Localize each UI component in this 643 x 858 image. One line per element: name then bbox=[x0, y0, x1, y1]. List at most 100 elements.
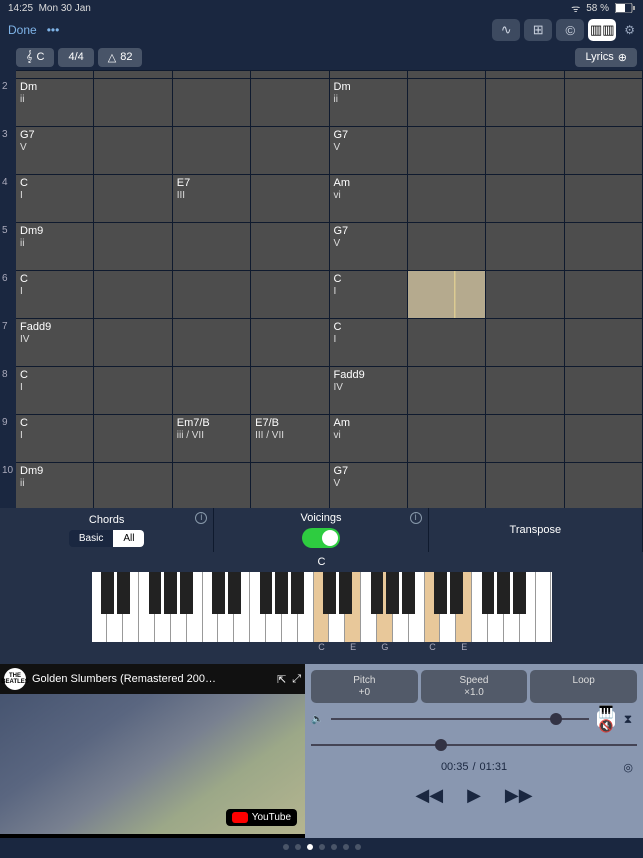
chord-cell[interactable] bbox=[408, 319, 486, 366]
chord-cell[interactable] bbox=[94, 127, 172, 174]
key-button[interactable]: 𝄞 C bbox=[16, 48, 54, 67]
chord-cell[interactable] bbox=[486, 367, 564, 414]
chord-cell[interactable] bbox=[565, 79, 643, 126]
chord-cell[interactable] bbox=[486, 319, 564, 366]
transpose-button[interactable]: Transpose bbox=[510, 524, 562, 536]
chord-cell[interactable]: Amvi bbox=[330, 175, 408, 222]
chord-cell[interactable] bbox=[251, 319, 329, 366]
chord-cell[interactable]: G7V bbox=[16, 127, 94, 174]
chord-cell[interactable] bbox=[251, 367, 329, 414]
chord-cell[interactable] bbox=[94, 319, 172, 366]
gear-icon[interactable]: ⚙ bbox=[624, 23, 635, 37]
chord-cell[interactable]: Fadd9IV bbox=[16, 319, 94, 366]
chord-cell[interactable] bbox=[565, 415, 643, 462]
chord-cell[interactable] bbox=[486, 415, 564, 462]
chord-cell[interactable]: CI bbox=[16, 415, 94, 462]
chord-cell[interactable] bbox=[173, 367, 251, 414]
piano-icon[interactable]: ▥▥ bbox=[588, 19, 616, 41]
rewind-button[interactable]: ◀◀ bbox=[415, 785, 443, 806]
chord-cell[interactable] bbox=[565, 223, 643, 270]
chord-cell[interactable] bbox=[486, 271, 564, 318]
grid-icon[interactable]: ⊞ bbox=[524, 19, 552, 41]
page-dots[interactable] bbox=[0, 838, 643, 856]
chord-cell[interactable]: Dm9ii bbox=[16, 223, 94, 270]
chord-cell[interactable] bbox=[173, 79, 251, 126]
pitch-button[interactable]: Pitch+0 bbox=[311, 670, 418, 703]
chord-cell[interactable] bbox=[565, 175, 643, 222]
chord-cell[interactable] bbox=[173, 319, 251, 366]
chord-cell[interactable]: Em7/Biii / VII bbox=[173, 415, 251, 462]
chord-cell[interactable] bbox=[565, 127, 643, 174]
chord-cell[interactable]: CI bbox=[16, 175, 94, 222]
chord-cell[interactable] bbox=[94, 175, 172, 222]
chord-cell[interactable]: G7V bbox=[330, 127, 408, 174]
chord-cell[interactable] bbox=[565, 463, 643, 508]
forward-button[interactable]: ▶▶ bbox=[505, 785, 533, 806]
speed-button[interactable]: Speed×1.0 bbox=[421, 670, 528, 703]
chord-cell[interactable] bbox=[173, 463, 251, 508]
chord-cell[interactable]: G7V bbox=[330, 463, 408, 508]
chord-cell[interactable] bbox=[173, 223, 251, 270]
chord-cell[interactable]: E7III bbox=[173, 175, 251, 222]
done-button[interactable]: Done bbox=[8, 23, 37, 37]
more-button[interactable]: ••• bbox=[47, 23, 60, 37]
seek-slider[interactable] bbox=[311, 744, 637, 746]
chord-cell[interactable]: CI bbox=[330, 271, 408, 318]
voicings-toggle[interactable] bbox=[302, 528, 340, 548]
chord-cell[interactable] bbox=[173, 271, 251, 318]
chord-cell[interactable] bbox=[251, 463, 329, 508]
chord-cell[interactable] bbox=[94, 271, 172, 318]
fullscreen-icon[interactable]: ⤢ bbox=[292, 673, 301, 686]
chord-cell[interactable]: E7/BIII / VII bbox=[251, 415, 329, 462]
chord-cell[interactable] bbox=[251, 223, 329, 270]
timesig-button[interactable]: 4/4 bbox=[58, 48, 93, 67]
chord-cell[interactable]: Fadd9IV bbox=[330, 367, 408, 414]
chord-cell[interactable] bbox=[565, 367, 643, 414]
lyrics-button[interactable]: Lyrics ⊕ bbox=[575, 48, 637, 67]
chord-cell[interactable] bbox=[94, 415, 172, 462]
mute-icon[interactable]: 🎹🔇 bbox=[597, 711, 615, 727]
chord-cell[interactable]: Dmii bbox=[16, 79, 94, 126]
volume-slider[interactable] bbox=[331, 718, 589, 720]
chord-cell[interactable] bbox=[486, 175, 564, 222]
chord-cell[interactable] bbox=[408, 79, 486, 126]
chord-cell[interactable] bbox=[173, 127, 251, 174]
chord-cell[interactable] bbox=[486, 463, 564, 508]
info-icon[interactable]: i bbox=[410, 512, 422, 524]
chord-cell[interactable] bbox=[251, 127, 329, 174]
chord-mode-segment[interactable]: Basic All bbox=[69, 530, 145, 547]
tempo-button[interactable]: △ 82 bbox=[98, 48, 143, 67]
chord-cell[interactable] bbox=[408, 271, 486, 318]
chord-cell[interactable]: G7V bbox=[330, 223, 408, 270]
piano-keyboard[interactable] bbox=[92, 572, 552, 642]
share-icon[interactable]: ⇱ bbox=[277, 673, 286, 686]
cast-icon[interactable]: ◎ bbox=[623, 761, 633, 774]
hourglass-icon[interactable]: ⧗ bbox=[619, 711, 637, 727]
chord-cell[interactable]: Amvi bbox=[330, 415, 408, 462]
chord-cell[interactable] bbox=[565, 271, 643, 318]
chord-cell[interactable] bbox=[251, 79, 329, 126]
chord-cell[interactable] bbox=[94, 463, 172, 508]
play-button[interactable]: ▶ bbox=[467, 785, 481, 806]
chord-cell[interactable] bbox=[94, 367, 172, 414]
chord-cell[interactable] bbox=[408, 223, 486, 270]
chord-cell[interactable] bbox=[486, 79, 564, 126]
waveform-icon[interactable]: ∿ bbox=[492, 19, 520, 41]
chord-cell[interactable] bbox=[408, 175, 486, 222]
chord-cell[interactable] bbox=[408, 415, 486, 462]
chord-cell[interactable]: Dm9ii bbox=[16, 463, 94, 508]
chord-cell[interactable] bbox=[486, 127, 564, 174]
copyright-icon[interactable]: © bbox=[556, 19, 584, 41]
chord-cell[interactable] bbox=[251, 175, 329, 222]
chord-cell[interactable] bbox=[408, 127, 486, 174]
chord-cell[interactable] bbox=[486, 223, 564, 270]
chord-cell[interactable]: Dmii bbox=[330, 79, 408, 126]
chord-cell[interactable]: CI bbox=[16, 271, 94, 318]
chord-cell[interactable] bbox=[94, 79, 172, 126]
video-player[interactable]: THEBEATLES Golden Slumbers (Remastered 2… bbox=[0, 664, 305, 838]
chord-cell[interactable]: CI bbox=[16, 367, 94, 414]
info-icon[interactable]: i bbox=[195, 512, 207, 524]
chord-cell[interactable] bbox=[94, 223, 172, 270]
loop-button[interactable]: Loop bbox=[530, 670, 637, 703]
chord-cell[interactable] bbox=[565, 319, 643, 366]
